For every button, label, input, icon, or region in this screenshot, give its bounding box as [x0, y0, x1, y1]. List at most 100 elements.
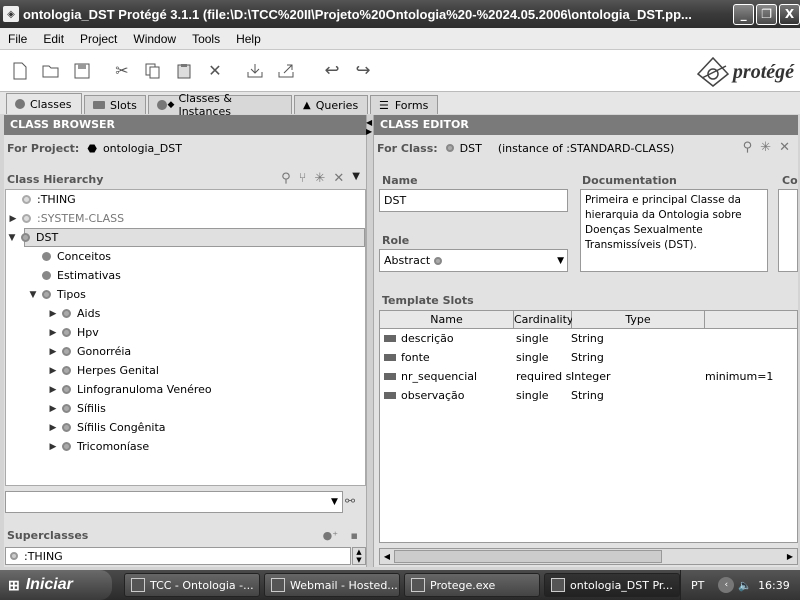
tab-forms[interactable]: ☰ Forms — [370, 95, 438, 114]
scrollbar-thumb[interactable] — [394, 550, 662, 563]
edit-class-icon[interactable]: ⚲ — [743, 140, 753, 155]
task-webmail[interactable]: Webmail - Hosted... — [264, 573, 400, 597]
tree-node[interactable]: ▶ Sífilis — [6, 399, 365, 418]
horizontal-scrollbar[interactable]: ◀ ▶ — [379, 548, 798, 565]
documentation-field[interactable]: Primeira e principal Classe da hierarqui… — [580, 189, 768, 272]
menu-tools[interactable]: Tools — [192, 32, 220, 46]
save-project-icon[interactable] — [71, 60, 93, 82]
tree-node[interactable]: ▼ DST — [9, 228, 365, 247]
role-dropdown-icon: ▼ — [557, 255, 564, 266]
tree-node[interactable]: ▶ Hpv — [6, 323, 365, 342]
expand-icon[interactable]: ▶ — [48, 423, 58, 433]
remove-superclass-icon[interactable]: ▪ — [351, 529, 358, 542]
slot-other: minimum=1 — [705, 370, 774, 383]
start-button[interactable]: ⊞ Iniciar — [0, 570, 112, 600]
scroll-right-icon[interactable]: ▶ — [783, 549, 797, 564]
col-type[interactable]: Type — [572, 311, 705, 329]
menu-window[interactable]: Window — [133, 32, 176, 46]
menu-project[interactable]: Project — [80, 32, 117, 46]
slot-row[interactable]: descrição single String — [380, 329, 797, 348]
redo-icon[interactable]: ↪ — [352, 60, 374, 82]
paste-icon[interactable] — [173, 60, 195, 82]
collapse-left-icon[interactable]: ◀ — [366, 118, 372, 127]
slot-row[interactable]: fonte single String — [380, 348, 797, 367]
col-cardinality[interactable]: Cardinality — [514, 311, 573, 329]
undo-icon[interactable]: ↩ — [321, 60, 343, 82]
menu-help[interactable]: Help — [236, 32, 261, 46]
tab-classes-instances[interactable]: ◆ Classes & Instances — [148, 92, 292, 118]
slot-icon — [384, 354, 396, 361]
export-icon[interactable] — [275, 60, 297, 82]
scroll-left-icon[interactable]: ◀ — [380, 549, 394, 564]
language-indicator[interactable]: PT — [691, 579, 704, 592]
create-class-icon[interactable]: ✳ — [314, 171, 325, 186]
tree-node[interactable]: ▶ Herpes Genital — [6, 361, 365, 380]
menu-edit[interactable]: Edit — [43, 32, 64, 46]
tree-node[interactable]: ▶ Gonorréia — [6, 342, 365, 361]
tree-node[interactable]: ▶ Tricomoníase — [6, 437, 365, 456]
col-other[interactable] — [705, 311, 797, 329]
tree-node[interactable]: :THING — [6, 190, 365, 209]
collapse-icon[interactable]: ▼ — [7, 233, 17, 243]
tree-node[interactable]: ▶ Linfogranuloma Venéreo — [6, 380, 365, 399]
minimize-button[interactable]: _ — [733, 3, 755, 25]
tree-node[interactable]: ▶:SYSTEM-CLASS — [6, 209, 365, 228]
role-select[interactable]: Abstract ▼ — [379, 249, 568, 272]
tab-classes[interactable]: Classes — [6, 93, 82, 114]
class-settings-icon[interactable]: ✳ — [760, 140, 771, 155]
collapse-right-icon[interactable]: ▶ — [366, 127, 372, 136]
menu-file[interactable]: File — [8, 32, 27, 46]
toolbar: ✂ ✕ ↩ ↪ — [0, 50, 800, 92]
expand-icon[interactable]: ▶ — [48, 366, 58, 376]
tree-node[interactable]: ▶ Aids — [6, 304, 365, 323]
tree-node-label: Linfogranuloma Venéreo — [77, 383, 212, 396]
new-project-icon[interactable] — [9, 60, 31, 82]
close-editor-icon[interactable]: ✕ — [779, 140, 790, 155]
superclass-item[interactable]: :THING — [24, 550, 63, 563]
tree-node[interactable]: ▶ Sífilis Congênita — [6, 418, 365, 437]
task-protege-exe[interactable]: Protege.exe — [404, 573, 540, 597]
superclass-scrollbar[interactable]: ▲ ▼ — [352, 547, 366, 565]
tree-node-label: :THING — [37, 193, 76, 206]
view-class-icon[interactable]: ⚲ — [281, 171, 291, 186]
volume-icon[interactable]: 🔈 — [738, 579, 752, 592]
task-tcc-ontologia[interactable]: TCC - Ontologia -... — [124, 573, 260, 597]
col-name[interactable]: Name — [380, 311, 514, 329]
cut-icon[interactable]: ✂ — [111, 60, 133, 82]
tray-expand-icon[interactable]: ‹ — [718, 577, 735, 593]
protege-logo-icon — [696, 56, 730, 87]
expand-icon[interactable]: ▶ — [48, 404, 58, 414]
tab-queries[interactable]: ▲ Queries — [294, 95, 368, 114]
expand-icon[interactable]: ▶ — [48, 309, 58, 319]
tree-node[interactable]: Conceitos — [6, 247, 365, 266]
task-ontologia-dst[interactable]: ontologia_DST Pr... — [544, 573, 680, 597]
expand-icon[interactable]: ▶ — [48, 328, 58, 338]
open-project-icon[interactable] — [40, 60, 62, 82]
expand-icon[interactable]: ▶ — [8, 214, 18, 224]
constraints-field[interactable] — [778, 189, 798, 272]
close-button[interactable]: X — [779, 3, 800, 25]
class-search-field[interactable] — [5, 491, 343, 513]
name-field[interactable]: DST — [379, 189, 568, 212]
tab-slots[interactable]: Slots — [84, 95, 146, 114]
tree-node[interactable]: Estimativas — [6, 266, 365, 285]
expand-icon[interactable]: ▶ — [48, 442, 58, 452]
slot-row[interactable]: observação single String — [380, 386, 797, 405]
slot-cardinality: required s... — [516, 370, 571, 383]
search-dropdown-icon[interactable]: ▼ — [327, 492, 342, 512]
expand-icon[interactable]: ▶ — [48, 347, 58, 357]
panel-splitter[interactable]: ◀ ▶ — [366, 115, 374, 567]
slot-row[interactable]: nr_sequencial required s...Integer minimum… — [380, 367, 797, 386]
import-icon[interactable] — [244, 60, 266, 82]
delete-class-icon[interactable]: ✕ — [333, 171, 344, 186]
maximize-button[interactable]: ❐ — [756, 3, 778, 25]
add-superclass-icon[interactable]: ●⁺ — [323, 529, 338, 542]
tree-node[interactable]: ▼ Tipos — [6, 285, 365, 304]
delete-icon[interactable]: ✕ — [204, 60, 226, 82]
hierarchy-icon[interactable]: ⑂ — [299, 171, 307, 186]
copy-icon[interactable] — [142, 60, 164, 82]
dropdown-icon[interactable]: ▼ — [352, 171, 360, 186]
find-icon[interactable]: ⚯ — [345, 494, 355, 508]
expand-icon[interactable]: ▶ — [48, 385, 58, 395]
collapse-icon[interactable]: ▼ — [28, 290, 38, 300]
